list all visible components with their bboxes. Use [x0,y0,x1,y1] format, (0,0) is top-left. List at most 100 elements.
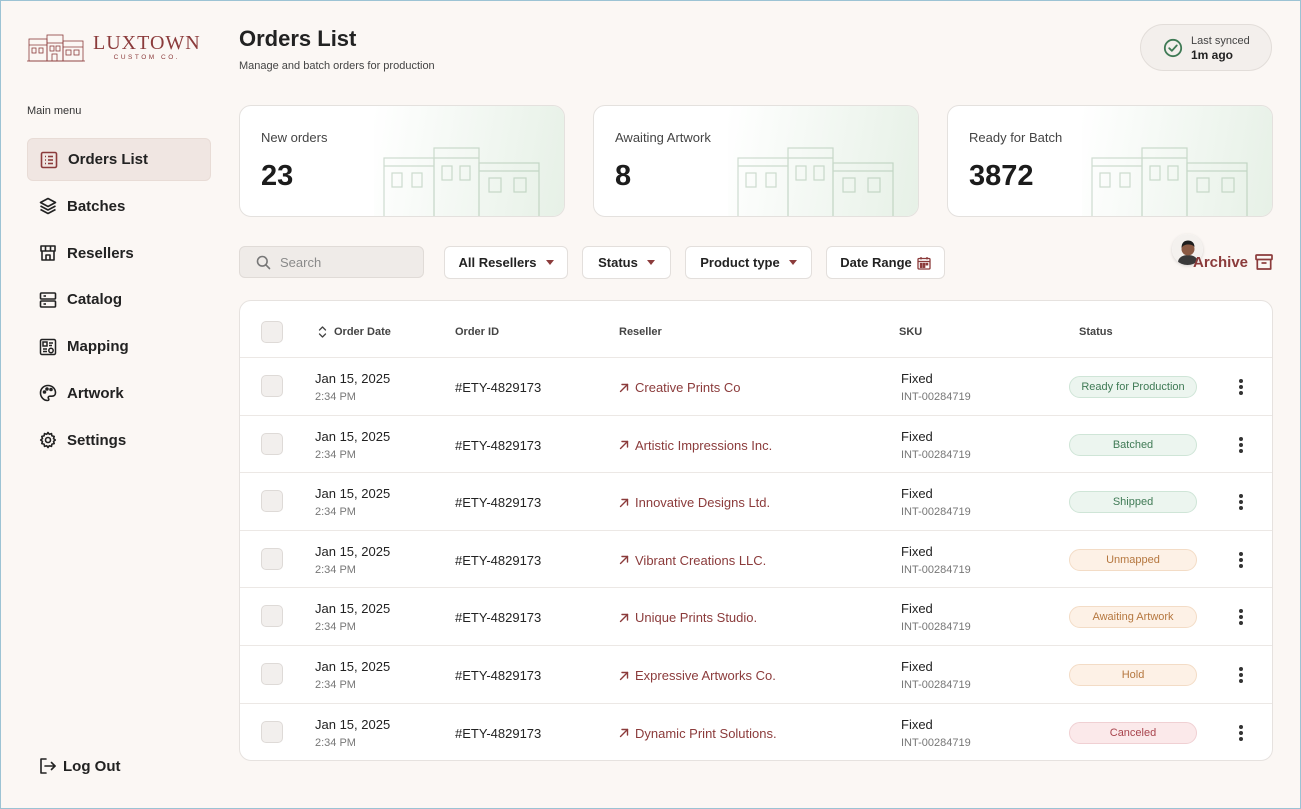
logout-button[interactable]: Log Out [39,757,120,775]
external-link-arrow-icon [619,613,629,623]
sku-type: Fixed [901,659,933,674]
row-checkbox[interactable] [261,663,283,685]
order-id: #ETY-4829173 [455,437,542,453]
status-filter-dropdown[interactable]: Status [582,246,671,279]
more-options-icon[interactable] [1238,550,1244,570]
storefront-illustration-icon [737,147,894,216]
more-options-icon[interactable] [1238,665,1244,685]
order-id: #ETY-4829173 [455,495,542,511]
date-range-filter-button[interactable]: Date Range [826,246,945,279]
external-link-arrow-icon [619,728,629,738]
sidebar-item-artwork[interactable]: Artwork [27,372,211,415]
reseller-link[interactable]: Vibrant Creations LLC. [619,553,766,568]
external-link-arrow-icon [619,556,629,565]
table-row[interactable]: Jan 15, 2025 2:34 PM #ETY-4829173 Unique… [240,588,1272,646]
reseller-name: Innovative Designs Ltd. [635,495,771,511]
more-options-icon[interactable] [1238,723,1244,743]
gear-icon [39,431,57,449]
row-checkbox[interactable] [261,547,283,570]
orders-table: Order Date Order ID Reseller SKU Status … [239,300,1273,761]
sku-code: INT-00284719 [901,679,971,691]
table-header: Order Date Order ID Reseller SKU Status [240,301,1272,358]
external-link-arrow-icon [619,440,629,450]
server-icon [39,292,57,308]
page-title: Orders List [239,26,357,51]
archive-label: Archive [1193,253,1249,271]
archive-button[interactable]: Archive [1193,252,1274,272]
sidebar-item-resellers[interactable]: Resellers [27,232,211,275]
status-badge: Batched [1069,433,1197,456]
reseller-link[interactable]: Dynamic Print Solutions. [619,726,777,741]
sidebar-item-orders-list[interactable]: Orders List [27,138,211,181]
status-badge: Shipped [1069,491,1197,514]
logout-label: Log Out [63,757,121,775]
stat-label: New orders [261,130,328,145]
reseller-link[interactable]: Expressive Artworks Co. [619,668,776,683]
archive-icon [1255,254,1273,270]
reseller-link[interactable]: Creative Prints Co [619,380,740,395]
list-icon [40,151,58,168]
sync-label: Last synced [1191,34,1250,47]
row-checkbox[interactable] [261,490,283,513]
row-checkbox[interactable] [261,720,283,743]
brand-subtitle: CUSTOM CO. [113,54,181,61]
reseller-link[interactable]: Innovative Designs Ltd. [619,495,770,510]
layers-icon [39,197,57,215]
caret-down-icon [545,260,554,265]
more-options-icon[interactable] [1238,607,1244,627]
sidebar-item-settings[interactable]: Settings [27,419,211,462]
filter-label: Date Range [840,255,912,270]
row-checkbox[interactable] [261,605,283,628]
check-circle-icon [1163,38,1183,57]
order-id: #ETY-4829173 [455,668,542,683]
row-checkbox[interactable] [261,432,283,455]
sidebar-item-label: Resellers [67,244,134,262]
sidebar-item-mapping[interactable]: Mapping [27,325,211,368]
sku-type: Fixed [901,428,933,444]
product-type-filter-dropdown[interactable]: Product type [685,246,812,279]
more-options-icon[interactable] [1238,492,1244,512]
order-time: 2:34 PM [315,506,356,519]
palette-icon [39,385,57,402]
reseller-link[interactable]: Unique Prints Studio. [619,610,757,625]
order-time: 2:34 PM [315,563,356,576]
brand-name: LUXTOWN [93,32,201,54]
more-options-icon[interactable] [1238,435,1244,455]
search-box[interactable] [239,246,424,278]
stat-card-awaiting-artwork: Awaiting Artwork 8 [593,105,919,217]
sidebar-item-batches[interactable]: Batches [27,185,211,228]
order-date: Jan 15, 2025 [315,659,391,674]
brand-logo[interactable]: LUXTOWN CUSTOM CO. [27,31,201,63]
external-link-arrow-icon [619,671,629,680]
sidebar-item-label: Orders List [68,151,149,168]
external-link-arrow-icon [619,498,629,507]
sidebar-item-label: Batches [67,197,126,215]
table-row[interactable]: Jan 15, 2025 2:34 PM #ETY-4829173 Expres… [240,646,1272,704]
resellers-filter-dropdown[interactable]: All Resellers [444,246,568,279]
status-badge: Ready for Production [1069,376,1197,398]
select-all-checkbox[interactable] [261,321,283,343]
row-checkbox[interactable] [261,375,283,397]
table-row[interactable]: Jan 15, 2025 2:34 PM #ETY-4829173 Creati… [240,358,1272,416]
table-row[interactable]: Jan 15, 2025 2:34 PM #ETY-4829173 Artist… [240,416,1272,474]
more-options-icon[interactable] [1238,377,1244,397]
order-date: Jan 15, 2025 [315,716,391,732]
table-row[interactable]: Jan 15, 2025 2:34 PM #ETY-4829173 Vibran… [240,531,1272,589]
page-subtitle: Manage and batch orders for production [239,60,435,72]
status-badge: Awaiting Artwork [1069,606,1197,629]
table-row[interactable]: Jan 15, 2025 2:34 PM #ETY-4829173 Dynami… [240,704,1272,760]
order-date: Jan 15, 2025 [315,601,391,617]
sort-icon [318,326,327,338]
reseller-link[interactable]: Artistic Impressions Inc. [619,438,772,453]
main-menu: Orders List Batches Resellers Catalog Ma… [27,138,211,466]
column-order-date[interactable]: Order Date [318,326,391,338]
reseller-name: Dynamic Print Solutions. [635,725,777,741]
sku-code: INT-00284719 [901,506,971,519]
order-time: 2:34 PM [315,391,356,403]
column-sku: SKU [899,326,923,338]
sidebar-item-catalog[interactable]: Catalog [27,278,211,321]
reseller-name: Artistic Impressions Inc. [635,437,773,453]
search-input[interactable] [280,254,410,270]
table-row[interactable]: Jan 15, 2025 2:34 PM #ETY-4829173 Innova… [240,473,1272,531]
order-date: Jan 15, 2025 [315,543,391,559]
